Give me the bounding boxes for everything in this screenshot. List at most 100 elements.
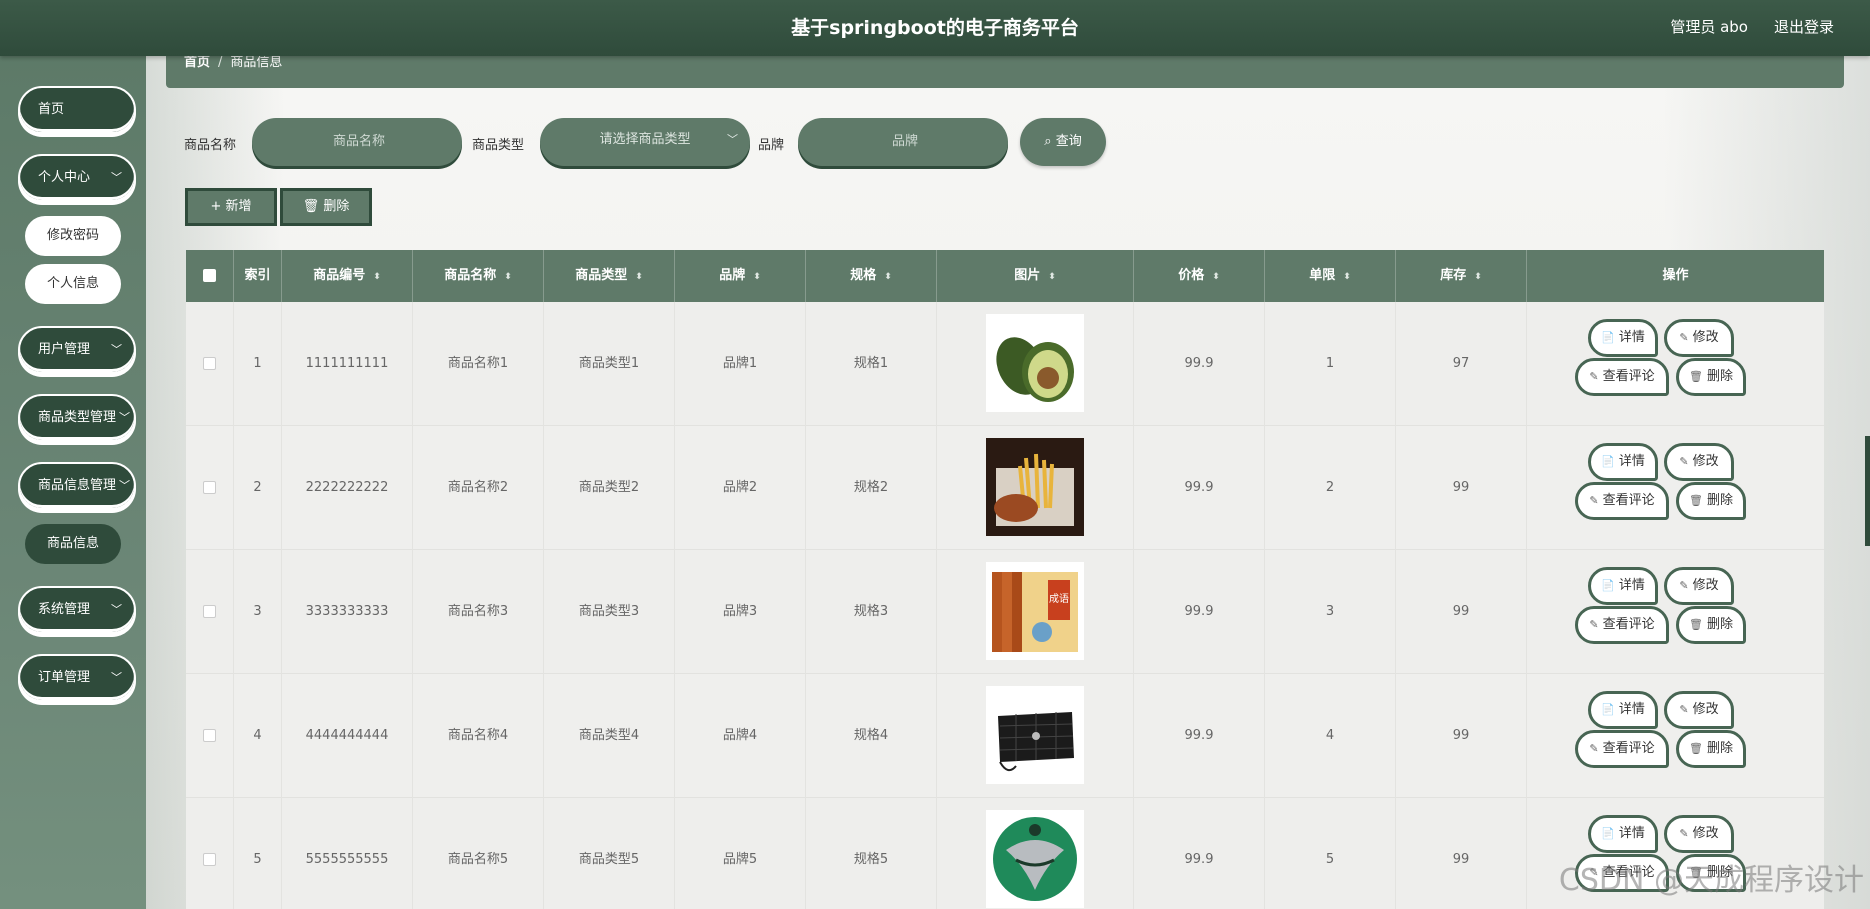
sort-icon: ⬍	[1343, 272, 1351, 282]
product-image-avocado[interactable]	[986, 314, 1084, 412]
sidebar-subitem-product-info[interactable]: 商品信息	[25, 524, 121, 564]
view-comments-button[interactable]: ✎ 查看评论	[1575, 358, 1669, 396]
cell-actions: 📄 详情 ✎ 修改 ✎ 查看评论 🗑 删除	[1527, 426, 1824, 550]
sidebar-item-order-management[interactable]: 订单管理 ﹀	[18, 654, 136, 702]
product-name-field[interactable]	[252, 118, 466, 164]
cell-code: 4444444444	[282, 674, 413, 798]
row-checkbox[interactable]	[203, 853, 216, 866]
delete-button[interactable]: 🗑 删除	[1676, 606, 1746, 644]
col-price[interactable]: 价格 ⬍	[1134, 250, 1265, 302]
view-comments-icon: ✎	[1589, 742, 1599, 755]
sidebar-item-category-management[interactable]: 商品类型管理 ﹀	[18, 394, 136, 442]
product-image-burger-and-fries[interactable]	[986, 438, 1084, 536]
detail-icon: 📄	[1601, 331, 1615, 344]
col-label: 品牌	[719, 268, 746, 283]
breadcrumb-current: 商品信息	[230, 56, 283, 70]
edit-button[interactable]: ✎ 修改	[1664, 319, 1734, 357]
product-image-book-set[interactable]: 成语	[986, 562, 1084, 660]
view-comments-label: 查看评论	[1602, 493, 1655, 508]
delete-icon: 🗑	[1689, 370, 1703, 383]
view-comments-label: 查看评论	[1602, 741, 1655, 756]
sidebar-subitem-personal-info[interactable]: 个人信息	[25, 264, 121, 304]
cell-stock: 97	[1396, 302, 1527, 426]
chevron-down-icon: ﹀	[119, 411, 130, 424]
sidebar-item-product-management[interactable]: 商品信息管理 ﹀	[18, 462, 136, 510]
edit-button[interactable]: ✎ 修改	[1664, 691, 1734, 729]
product-name-label: 商品名称	[184, 138, 237, 153]
view-comments-button[interactable]: ✎ 查看评论	[1575, 606, 1669, 644]
col-brand[interactable]: 品牌 ⬍	[675, 250, 806, 302]
edit-icon: ✎	[1679, 331, 1689, 344]
sort-icon: ⬍	[635, 272, 643, 282]
cell-index: 3	[234, 550, 282, 674]
cell-code: 1111111111	[282, 302, 413, 426]
delete-button[interactable]: 🗑 删除	[1676, 482, 1746, 520]
detail-button[interactable]: 📄 详情	[1588, 815, 1658, 853]
row-select-cell	[186, 798, 234, 909]
col-type[interactable]: 商品类型 ⬍	[544, 250, 675, 302]
cell-spec: 规格5	[806, 798, 937, 909]
col-code[interactable]: 商品编号 ⬍	[282, 250, 413, 302]
col-stock[interactable]: 库存 ⬍	[1396, 250, 1527, 302]
product-image-black-quilted-bag[interactable]	[986, 686, 1084, 784]
sidebar-item-system-management[interactable]: 系统管理 ﹀	[18, 586, 136, 634]
sidebar-item-user-management[interactable]: 用户管理 ﹀	[18, 326, 136, 374]
logout-link[interactable]: 退出登录	[1774, 0, 1834, 54]
batch-delete-button[interactable]: 🗑 删除	[280, 188, 372, 226]
delete-button[interactable]: 🗑 删除	[1676, 730, 1746, 768]
detail-icon: 📄	[1601, 455, 1615, 468]
product-name-input[interactable]	[252, 118, 466, 166]
row-checkbox[interactable]	[203, 481, 216, 494]
sort-icon: ⬍	[1474, 272, 1482, 282]
cell-type: 商品类型1	[544, 302, 675, 426]
row-checkbox[interactable]	[203, 605, 216, 618]
query-button[interactable]: ⌕ 查询	[1020, 118, 1106, 166]
col-limit[interactable]: 单限 ⬍	[1265, 250, 1396, 302]
view-comments-button[interactable]: ✎ 查看评论	[1575, 730, 1669, 768]
detail-icon: 📄	[1601, 827, 1615, 840]
row-checkbox[interactable]	[203, 357, 216, 370]
edit-button[interactable]: ✎ 修改	[1664, 567, 1734, 605]
breadcrumb-separator: /	[218, 56, 223, 70]
chevron-down-icon: ﹀	[111, 603, 122, 616]
edit-button[interactable]: ✎ 修改	[1664, 443, 1734, 481]
top-bar: 基于springboot的电子商务平台 管理员 abo 退出登录	[0, 0, 1870, 56]
col-spec[interactable]: 规格 ⬍	[806, 250, 937, 302]
breadcrumb-home[interactable]: 首页	[184, 56, 210, 70]
detail-button[interactable]: 📄 详情	[1588, 319, 1658, 357]
scrollbar[interactable]	[1865, 436, 1870, 546]
view-comments-button[interactable]: ✎ 查看评论	[1575, 482, 1669, 520]
delete-button[interactable]: 🗑 删除	[1676, 358, 1746, 396]
search-icon: ⌕	[1044, 134, 1052, 149]
detail-icon: 📄	[1601, 579, 1615, 592]
product-type-select[interactable]: 请选择商品类型 ﹀	[540, 118, 750, 166]
cell-index: 5	[234, 798, 282, 909]
product-image-green-football[interactable]	[986, 810, 1084, 908]
cell-code: 5555555555	[282, 798, 413, 909]
cell-index: 2	[234, 426, 282, 550]
detail-button[interactable]: 📄 详情	[1588, 567, 1658, 605]
brand-input[interactable]	[798, 118, 1012, 166]
sidebar-item-personal-center[interactable]: 个人中心 ﹀	[18, 154, 136, 202]
detail-button[interactable]: 📄 详情	[1588, 443, 1658, 481]
col-image[interactable]: 图片 ⬍	[937, 250, 1134, 302]
row-checkbox[interactable]	[203, 729, 216, 742]
col-name[interactable]: 商品名称 ⬍	[413, 250, 544, 302]
cell-code: 3333333333	[282, 550, 413, 674]
select-all-checkbox[interactable]	[203, 269, 216, 282]
sidebar-item-home[interactable]: 首页	[18, 86, 136, 134]
detail-label: 详情	[1618, 826, 1645, 841]
sidebar-subitem-change-password[interactable]: 修改密码	[25, 216, 121, 256]
detail-button[interactable]: 📄 详情	[1588, 691, 1658, 729]
view-comments-label: 查看评论	[1602, 369, 1655, 384]
edit-icon: ✎	[1679, 703, 1689, 716]
col-label: 图片	[1014, 268, 1041, 283]
add-label: 新增	[225, 199, 252, 214]
brand-field[interactable]	[798, 118, 1012, 164]
add-button[interactable]: + 新增	[185, 188, 277, 226]
edit-button[interactable]: ✎ 修改	[1664, 815, 1734, 853]
current-user: 管理员 abo	[1670, 18, 1748, 36]
cell-image	[937, 798, 1134, 909]
cell-index: 1	[234, 302, 282, 426]
table-header: 索引 商品编号 ⬍ 商品名称 ⬍ 商品类型 ⬍ 品牌 ⬍ 规格 ⬍ 图片 ⬍ 价格 ⬍ 单限 ⬍…	[186, 250, 1824, 302]
